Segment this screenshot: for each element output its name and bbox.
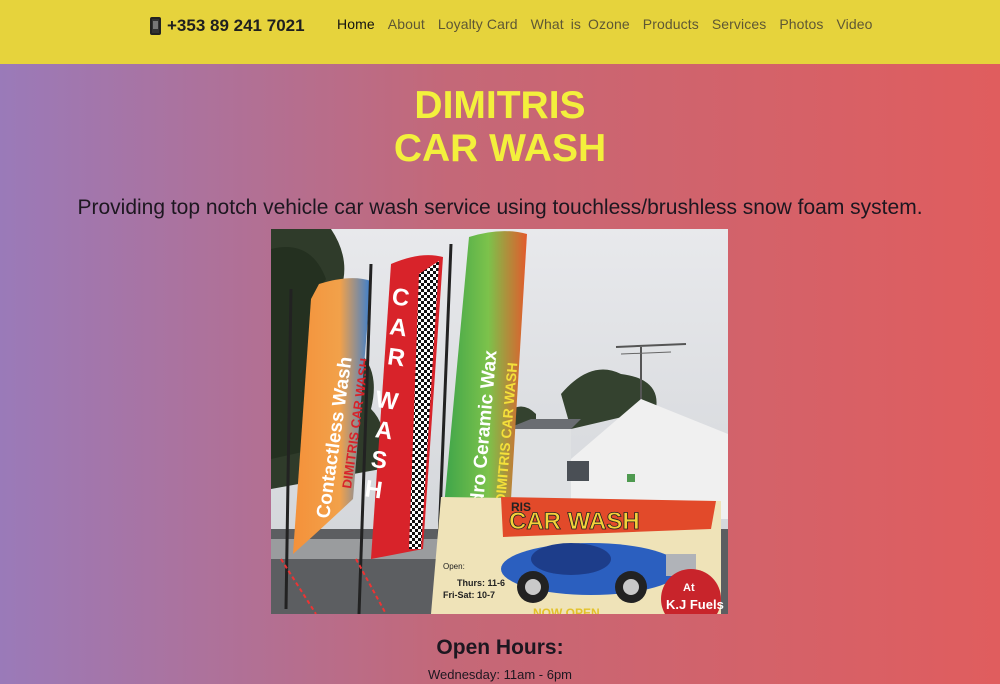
open-hours-title: Open Hours: — [436, 636, 564, 659]
open-hours-line: Wednesday: 11am - 6pm — [427, 667, 573, 682]
phone-number[interactable]: +353 89 241 7021 — [167, 16, 305, 36]
nav-video[interactable]: Video — [837, 14, 873, 34]
main-nav: Home About Loyalty Card What is Ozone Pr… — [337, 14, 886, 34]
nav-what-is-ozone[interactable]: What is Ozone — [531, 14, 630, 34]
sign-open-text: Open: — [443, 562, 465, 571]
nav-photos[interactable]: Photos — [779, 14, 823, 34]
nav-home[interactable]: Home — [337, 14, 375, 34]
hero-photo: Contactless Wash DIMITRIS CAR WASH CAR W… — [271, 229, 728, 614]
nav-services[interactable]: Services — [712, 14, 766, 34]
sign-location-text: K.J Fuels — [666, 597, 724, 612]
nav-products[interactable]: Products — [643, 14, 699, 34]
title-line-2: CAR WASH — [393, 127, 607, 170]
tagline: Providing top notch vehicle car wash ser… — [77, 196, 923, 219]
phone-link[interactable]: +353 89 241 7021 — [150, 14, 305, 38]
nav-about[interactable]: About — [388, 14, 425, 34]
sign-bottom-text: NOW OPEN — [533, 606, 600, 614]
top-navbar: +353 89 241 7021 Home About Loyalty Card… — [0, 0, 1000, 64]
sign-days1-text: Thurs: 11-6 — [457, 578, 505, 588]
title-line-1: DIMITRIS — [414, 84, 586, 127]
nav-loyalty-card[interactable]: Loyalty Card — [438, 14, 518, 34]
sign-days2-text: Fri-Sat: 10-7 — [443, 590, 495, 600]
sign-at-text: At — [683, 582, 695, 594]
page-title: DIMITRIS CAR WASH — [0, 84, 1000, 170]
sign-name-text: RIS — [511, 500, 531, 514]
mobile-phone-icon — [150, 17, 161, 35]
